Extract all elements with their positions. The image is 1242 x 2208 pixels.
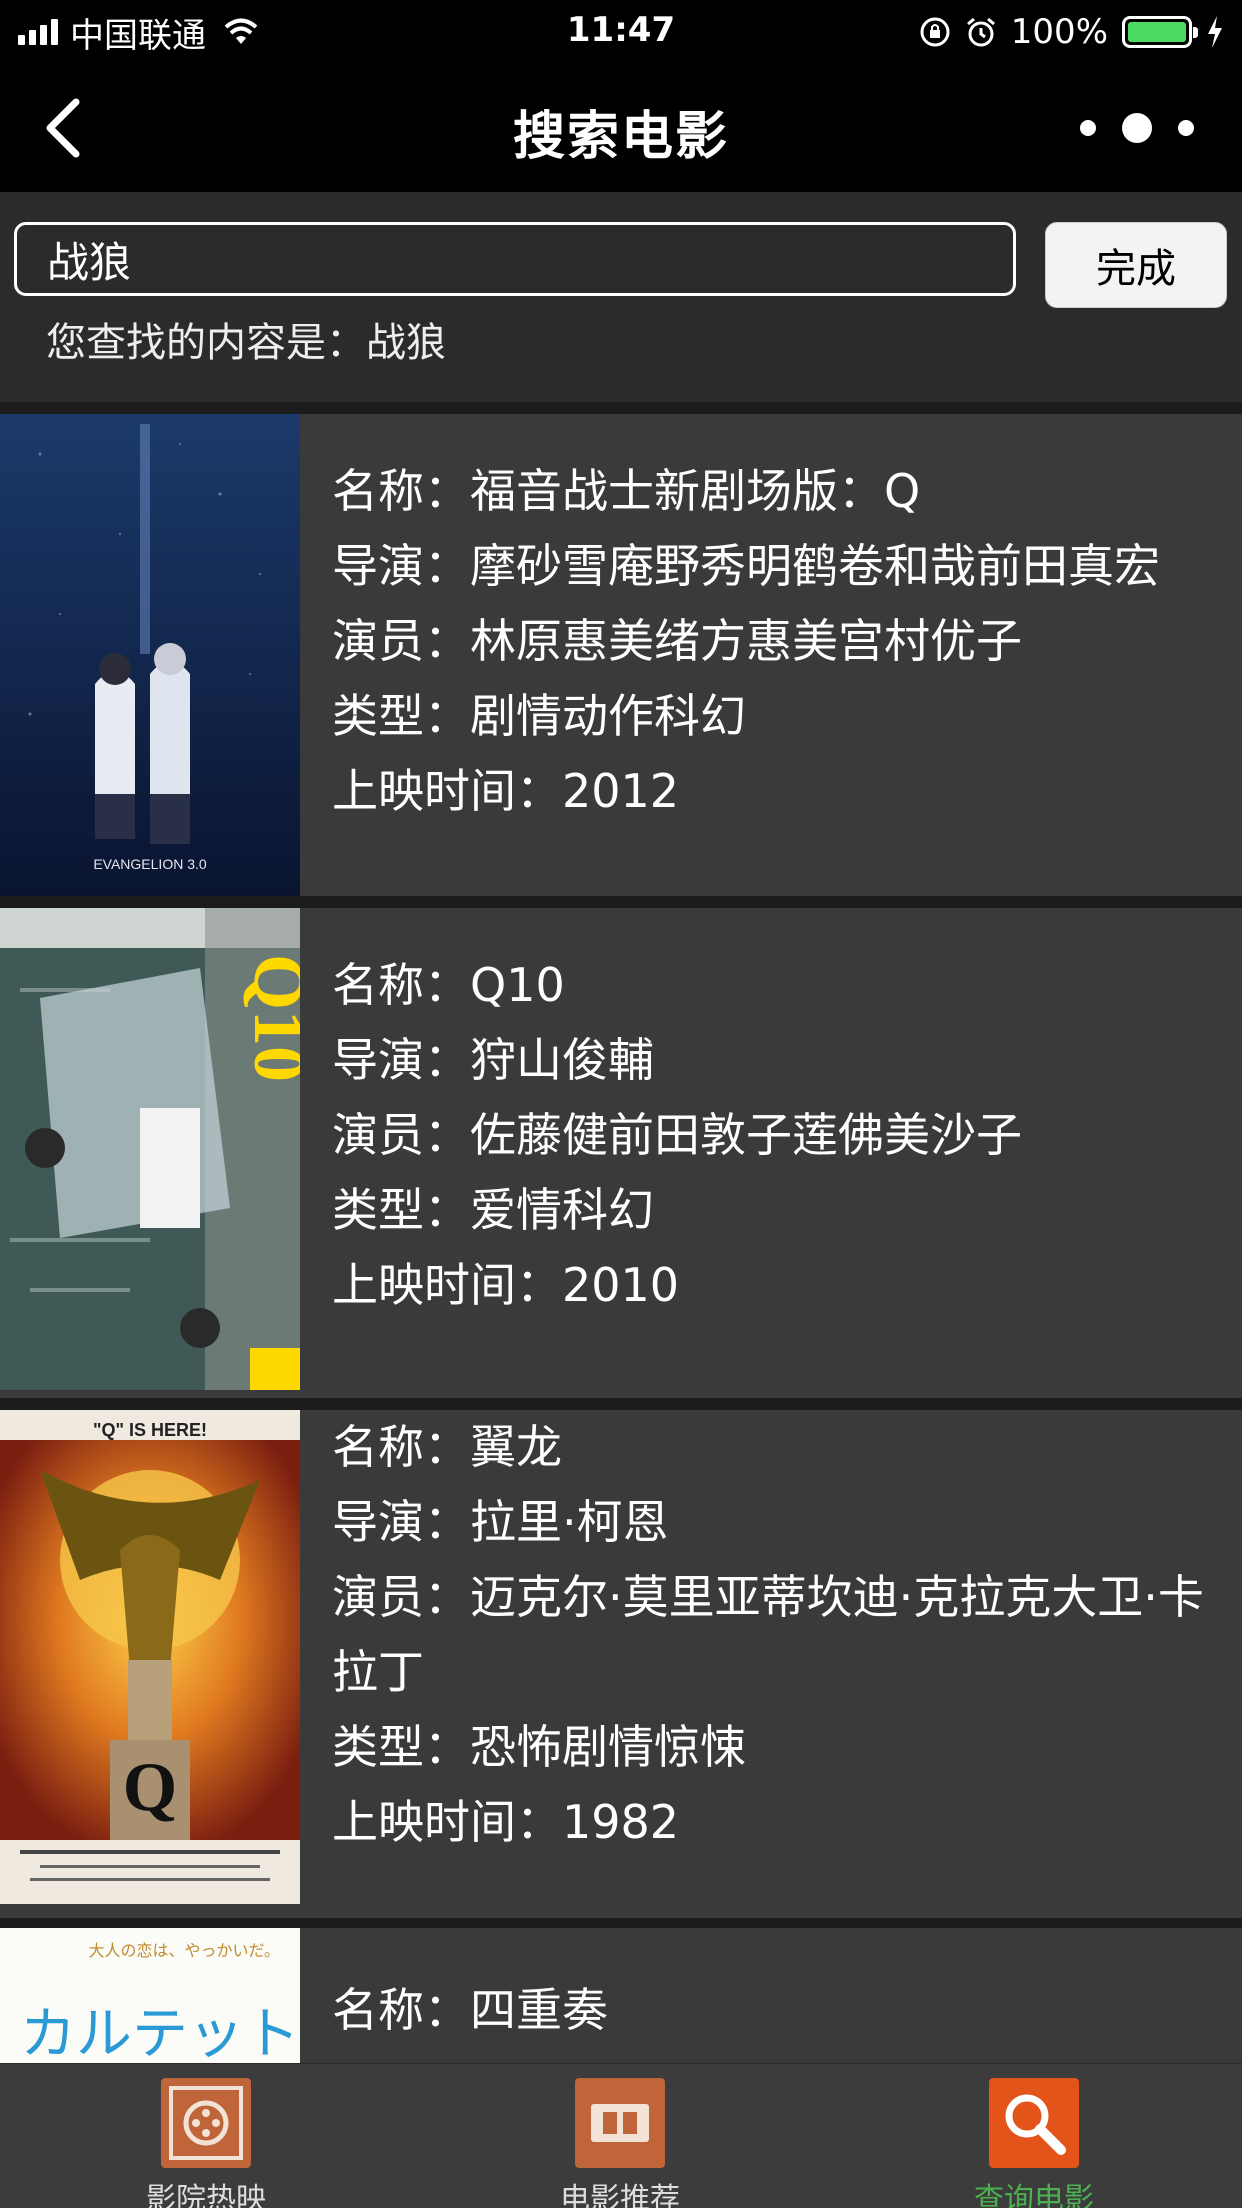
- movie-info: 名称：Q10 导演：狩山俊輔 演员：佐藤健前田敦子莲佛美沙子 类型：爱情科幻 上…: [332, 948, 1218, 1323]
- tab-label: 影院热映: [146, 2182, 266, 2208]
- done-button[interactable]: 完成: [1045, 222, 1227, 308]
- movie-item[interactable]: EVANGELION 3.0 名称：福音战士新剧场版：Q 导演：摩砂雪庵野秀明鹤…: [0, 414, 1242, 896]
- movie-director: 导演：狩山俊輔: [332, 1033, 654, 1087]
- movie-poster: Q10: [0, 908, 300, 1390]
- poster-tagline: 大人の恋は、やっかいだ。: [88, 1941, 280, 1960]
- tab-search-movie[interactable]: 查询电影: [884, 2078, 1184, 2208]
- movie-info: 名称：翼龙 导演：拉里·柯恩 演员：迈克尔·莫里亚蒂坎迪·克拉克大卫·卡拉丁 类…: [332, 1410, 1218, 1860]
- film-reel-icon: [161, 2078, 251, 2168]
- movie-poster: EVANGELION 3.0: [0, 414, 300, 896]
- movie-genre: 类型：剧情动作科幻: [332, 689, 746, 743]
- movie-genre: 类型：恐怖剧情惊悚: [332, 1720, 746, 1774]
- poster-letter: Q: [123, 1749, 177, 1826]
- tab-recommend[interactable]: 电影推荐: [470, 2078, 770, 2208]
- movie-year: 上映时间：2010: [332, 1258, 680, 1312]
- poster-title: EVANGELION 3.0: [93, 856, 207, 872]
- movie-item[interactable]: 大人の恋は、やっかいだ。 カルテット 名称：四重奏: [0, 1928, 1242, 2063]
- tab-now-showing[interactable]: 影院热映: [56, 2078, 356, 2208]
- query-prefix: 您查找的内容是：: [46, 320, 366, 366]
- movie-year: 上映时间：1982: [332, 1795, 680, 1849]
- search-area: 完成 您查找的内容是：战狼: [0, 192, 1242, 402]
- poster-title: Q10: [239, 954, 300, 1082]
- divider: [0, 1398, 1242, 1410]
- charging-icon: [1208, 16, 1222, 48]
- movie-year: 上映时间：2012: [332, 764, 680, 818]
- divider: [0, 896, 1242, 908]
- movie-poster: 大人の恋は、やっかいだ。 カルテット: [0, 1928, 300, 2063]
- poster-title: カルテット: [20, 2002, 300, 2063]
- page-title: 搜索电影: [512, 107, 729, 167]
- search-icon: [989, 2078, 1079, 2168]
- status-right: 100%: [919, 10, 1224, 54]
- movie-name: 名称：Q10: [332, 958, 565, 1012]
- movie-name: 名称：福音战士新剧场版：Q: [332, 464, 921, 518]
- battery-icon: [1122, 16, 1198, 48]
- movie-cast: 演员：迈克尔·莫里亚蒂坎迪·克拉克大卫·卡拉丁: [332, 1570, 1204, 1699]
- search-input[interactable]: [14, 222, 1016, 296]
- divider: [0, 402, 1242, 414]
- movie-info: 名称：福音战士新剧场版：Q 导演：摩砂雪庵野秀明鹤卷和哉前田真宏 演员：林原惠美…: [332, 454, 1218, 829]
- bottom-tab-bar: 影院热映 电影推荐 查询电影: [0, 2063, 1242, 2208]
- movie-poster: "Q" IS HERE! Q: [0, 1410, 300, 1904]
- movie-name: 名称：四重奏: [332, 1983, 608, 2037]
- query-echo: 您查找的内容是：战狼: [46, 310, 446, 368]
- nav-bar: 搜索电影: [0, 64, 1242, 192]
- tab-label: 电影推荐: [560, 2182, 680, 2208]
- movie-item[interactable]: "Q" IS HERE! Q 名称：翼龙 导演：拉里·柯恩 演员：迈克尔·莫里亚…: [0, 1410, 1242, 1918]
- movie-genre: 类型：爱情科幻: [332, 1183, 654, 1237]
- status-bar: 中国联通 11:47 100%: [0, 0, 1242, 64]
- query-value: 战狼: [366, 320, 446, 366]
- movie-cast: 演员：佐藤健前田敦子莲佛美沙子: [332, 1108, 1022, 1162]
- poster-title: "Q" IS HERE!: [93, 1420, 207, 1440]
- ticket-icon: [575, 2078, 665, 2168]
- movie-name: 名称：翼龙: [332, 1420, 562, 1474]
- movie-director: 导演：摩砂雪庵野秀明鹤卷和哉前田真宏: [332, 539, 1160, 593]
- movie-item[interactable]: Q10 名称：Q10 导演：狩山俊輔 演员：佐藤健前田敦子莲佛美沙子 类型：爱情…: [0, 908, 1242, 1398]
- movie-director: 导演：拉里·柯恩: [332, 1495, 669, 1549]
- rotation-lock-icon: [920, 17, 950, 47]
- movie-info: 名称：四重奏: [332, 1973, 1218, 2048]
- battery-percent: 100%: [1010, 12, 1108, 52]
- more-menu-icon[interactable]: [1080, 106, 1194, 150]
- alarm-icon: [966, 17, 995, 47]
- tab-label: 查询电影: [974, 2182, 1094, 2208]
- movie-cast: 演员：林原惠美绪方惠美宫村优子: [332, 614, 1022, 668]
